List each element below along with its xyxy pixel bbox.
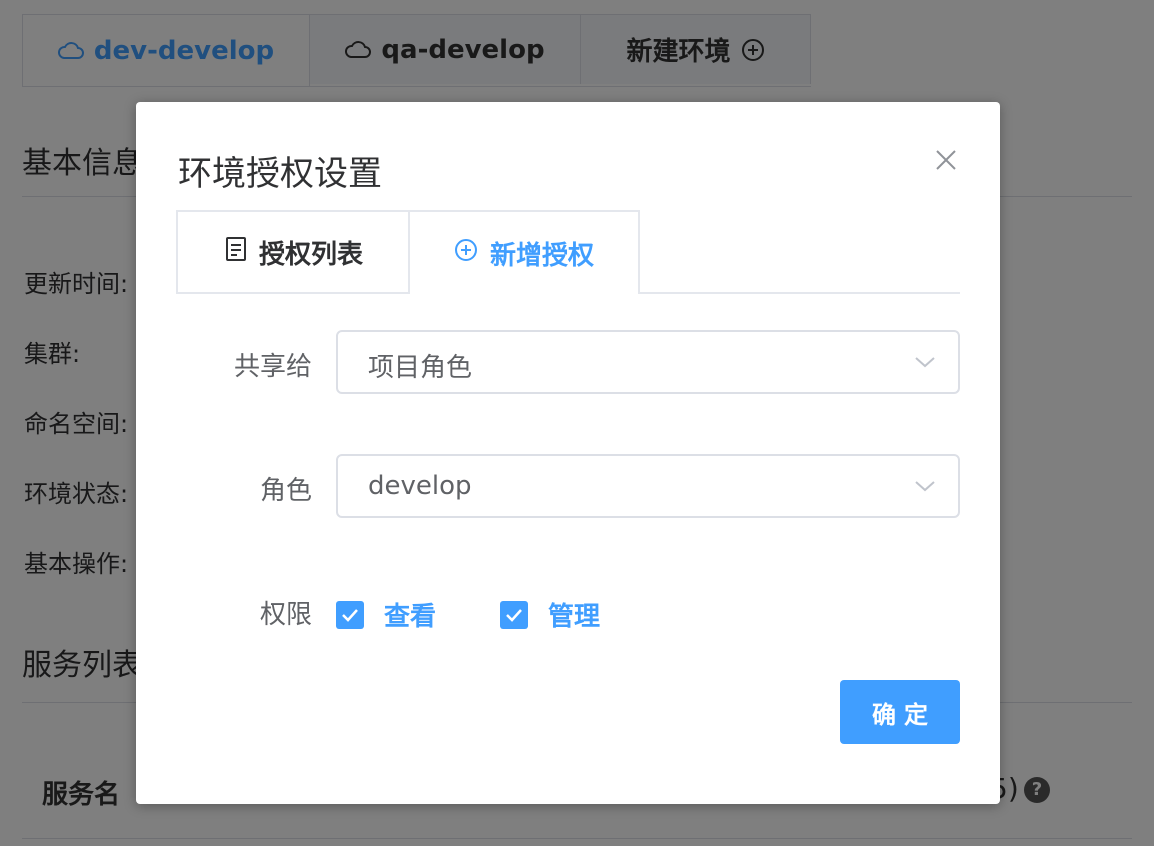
tab-label: 新增授权: [489, 240, 594, 271]
dialog-title: 环境授权设置: [178, 154, 382, 194]
close-icon[interactable]: [932, 146, 960, 174]
checkbox-checked-icon[interactable]: [500, 600, 528, 629]
tab-authorization-list[interactable]: 授权列表: [176, 210, 410, 292]
dialog-tabs: 授权列表 新增授权: [176, 210, 960, 294]
share-to-select[interactable]: 项目角色: [336, 330, 960, 394]
share-to-label: 共享给: [233, 352, 312, 382]
permission-manage-checkbox[interactable]: 管理: [500, 596, 600, 633]
role-label: 角色: [259, 476, 312, 506]
permission-manage-label[interactable]: 管理: [548, 596, 600, 633]
chevron-down-icon: [914, 478, 936, 497]
role-value: develop: [368, 471, 472, 501]
tab-add-authorization[interactable]: 新增授权: [408, 210, 640, 294]
permission-label: 权限: [259, 600, 312, 630]
chevron-down-icon: [914, 354, 936, 373]
role-select[interactable]: develop: [336, 454, 960, 518]
permission-view-label[interactable]: 查看: [384, 596, 436, 633]
checkbox-checked-icon[interactable]: [336, 600, 364, 629]
env-authorization-dialog: 环境授权设置 授权列表 新增授权 共享给 项目角色 角色 develop 权限: [136, 102, 1000, 804]
plus-circle-icon: [454, 238, 478, 269]
document-icon: [225, 236, 247, 269]
tab-label: 授权列表: [258, 239, 363, 270]
confirm-button[interactable]: 确定: [840, 680, 960, 744]
share-to-value: 项目角色: [368, 353, 473, 383]
permission-view-checkbox[interactable]: 查看: [336, 596, 436, 633]
